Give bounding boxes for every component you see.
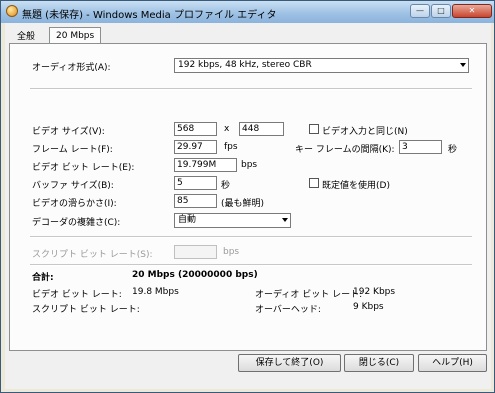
buffer-seconds-unit: 秒 [221, 181, 231, 191]
video-bitrate-input[interactable]: 19.799M [174, 158, 237, 172]
summary-video-label: ビデオ ビット レート: [32, 290, 122, 300]
total-label: 合計: [32, 273, 54, 283]
video-height-input[interactable]: 448 [239, 122, 284, 136]
seconds-unit: 秒 [448, 145, 458, 155]
help-button[interactable]: ヘルプ(H) [418, 354, 487, 372]
audio-format-label: オーディオ形式(A): [32, 63, 111, 73]
decoder-complexity-select[interactable]: 自動 [174, 213, 291, 228]
use-default-label: 既定値を使用(D) [322, 181, 390, 191]
tab-general[interactable]: 全般 [11, 29, 41, 44]
smoothness-input[interactable]: 85 [174, 194, 217, 208]
chevron-down-icon [282, 218, 288, 222]
video-width-input[interactable]: 568 [174, 122, 217, 136]
smoothness-note: (最も鮮明) [221, 199, 265, 209]
same-as-input-label: ビデオ入力と同じ(N) [322, 127, 408, 137]
close-window-button[interactable]: ✕ [452, 4, 492, 18]
divider [30, 264, 472, 266]
keyframe-input[interactable]: 3 [399, 140, 442, 154]
script-bitrate-input[interactable] [174, 245, 217, 259]
save-and-exit-button[interactable]: 保存して終了(O) [238, 354, 341, 372]
summary-script-label: スクリプト ビット レート: [32, 305, 140, 315]
same-as-input-checkbox[interactable] [309, 124, 319, 134]
stream-settings-panel: オーディオ形式(A): 192 kbps, 48 kHz, stereo CBR… [9, 43, 487, 351]
summary-audio-value: 192 Kbps [353, 287, 396, 297]
summary-overhead-value: 9 Kbps [353, 302, 384, 312]
divider [30, 88, 472, 90]
summary-overhead-label: オーバーヘッド: [255, 305, 321, 315]
chevron-down-icon [460, 63, 466, 67]
minimize-button[interactable]: — [410, 4, 430, 18]
title-bar[interactable]: 無題 (未保存) - Windows Media プロファイル エディタ — □… [1, 1, 494, 23]
fps-unit: fps [224, 142, 238, 152]
audio-format-value: 192 kbps, 48 kHz, stereo CBR [178, 60, 312, 70]
window-title: 無題 (未保存) - Windows Media プロファイル エディタ [22, 10, 277, 21]
buffer-size-input[interactable]: 5 [174, 176, 217, 190]
tab-20mbps[interactable]: 20 Mbps [49, 27, 102, 44]
video-size-label: ビデオ サイズ(V): [32, 127, 105, 137]
divider [30, 236, 472, 238]
frame-rate-label: フレーム レート(F): [32, 145, 113, 155]
summary-audio-label: オーディオ ビット レート: [255, 290, 363, 300]
profile-editor-window: 無題 (未保存) - Windows Media プロファイル エディタ — □… [0, 0, 495, 393]
frame-rate-input[interactable]: 29.97 [174, 140, 217, 154]
decoder-complexity-label: デコーダの複雑さ(C): [32, 218, 121, 228]
close-button[interactable]: 閉じる(C) [344, 354, 414, 372]
video-bitrate-label: ビデオ ビット レート(E): [32, 163, 135, 173]
smoothness-label: ビデオの滑らかさ(I): [32, 199, 117, 209]
decoder-complexity-value: 自動 [178, 215, 197, 225]
total-value: 20 Mbps (20000000 bps) [132, 270, 258, 280]
app-icon [6, 5, 18, 17]
script-bitrate-label: スクリプト ビット レート(S): [32, 250, 153, 260]
bps-unit: bps [241, 160, 258, 170]
dialog-client-area: 全般 20 Mbps オーディオ形式(A): 192 kbps, 48 kHz,… [5, 23, 491, 389]
size-separator: x [224, 124, 230, 134]
summary-video-value: 19.8 Mbps [132, 287, 179, 297]
buffer-size-label: バッファ サイズ(B): [32, 181, 114, 191]
use-default-checkbox[interactable] [309, 178, 319, 188]
maximize-button[interactable]: □ [431, 4, 451, 18]
keyframe-label: キー フレームの間隔(K): [295, 145, 395, 155]
script-bps-unit: bps [223, 247, 240, 257]
audio-format-select[interactable]: 192 kbps, 48 kHz, stereo CBR [174, 58, 469, 73]
